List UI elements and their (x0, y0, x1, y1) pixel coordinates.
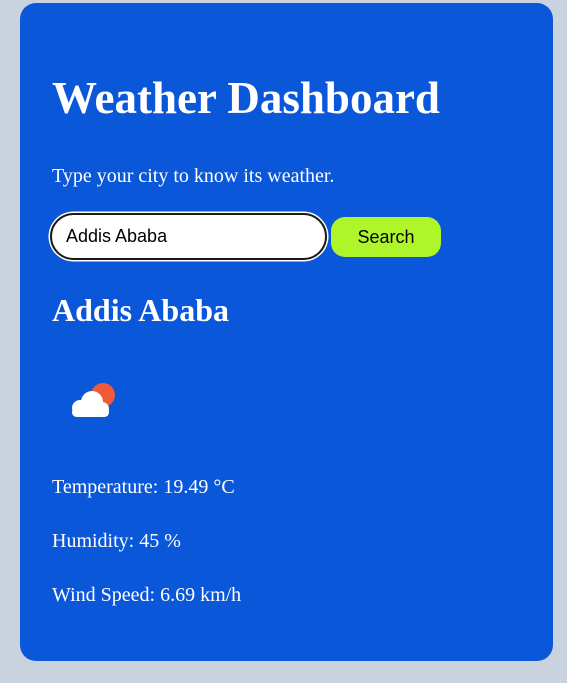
weather-card: Weather Dashboard Type your city to know… (20, 3, 553, 661)
temperature-text: Temperature: 19.49 °C (52, 476, 235, 498)
city-search-input[interactable] (50, 213, 327, 260)
wind-speed-text: Wind Speed: 6.69 km/h (52, 584, 242, 606)
humidity-text: Humidity: 45 % (52, 530, 181, 552)
page-subtitle: Type your city to know its weather. (52, 165, 335, 187)
partly-cloudy-icon (72, 383, 115, 417)
search-button[interactable]: Search (331, 217, 441, 257)
city-name: Addis Ababa (52, 292, 229, 328)
page-title: Weather Dashboard (52, 73, 440, 123)
